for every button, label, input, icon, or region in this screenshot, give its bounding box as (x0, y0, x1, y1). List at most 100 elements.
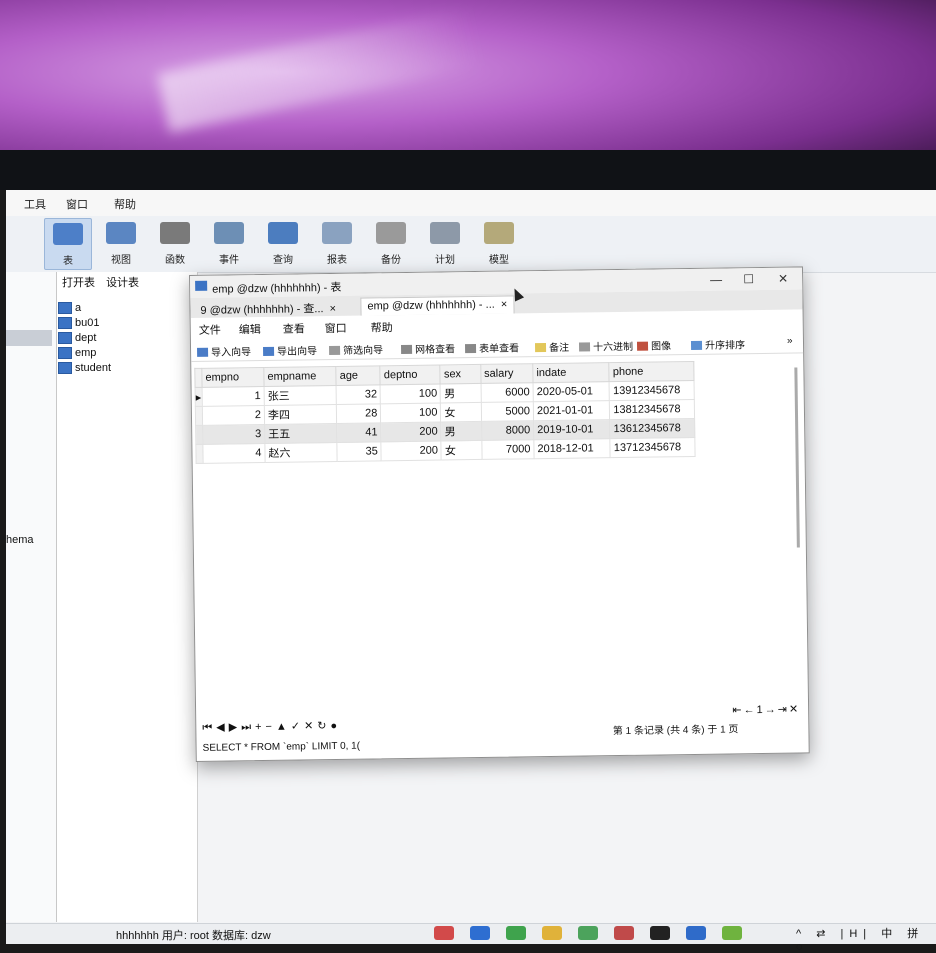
ribbon-view-button[interactable]: 视图 (98, 218, 144, 268)
image-icon (636, 341, 649, 351)
refresh-icon[interactable]: ↻ (317, 720, 330, 732)
backup-icon (376, 222, 406, 244)
model-icon (484, 222, 514, 244)
tab-query[interactable]: 9 @dzw (hhhhhhh) - 查... × (194, 298, 342, 318)
window-title: emp @dzw (hhhhhhh) - 表 (212, 281, 342, 296)
monitor-bezel (0, 150, 936, 190)
memo-icon (534, 343, 547, 353)
folder-icon[interactable] (542, 926, 562, 940)
menu-tools[interactable]: 工具 (24, 196, 46, 212)
ribbon-schedule-button[interactable]: 计划 (422, 218, 468, 268)
menu-window[interactable]: 窗口 (66, 196, 88, 212)
menu-help[interactable]: 帮助 (371, 319, 393, 335)
record-info: 第 1 条记录 (共 4 条) 于 1 页 (612, 724, 739, 738)
minimize-button[interactable]: — (710, 273, 722, 287)
first-record-icon[interactable]: ⏮ (202, 722, 216, 734)
app-icon[interactable] (650, 926, 670, 940)
table-item[interactable]: dept (58, 330, 111, 345)
table-icon (58, 331, 72, 344)
grid-view-button[interactable]: 网格查看 (400, 340, 455, 356)
app-icon[interactable] (722, 926, 742, 940)
first-page-icon[interactable]: ⇤ (732, 704, 743, 716)
delete-record-icon[interactable]: − (265, 721, 276, 733)
ribbon-model-button[interactable]: 模型 (476, 218, 522, 268)
last-record-icon[interactable]: ⏭ (241, 721, 255, 733)
stop-icon[interactable]: ● (330, 720, 341, 732)
column-header[interactable]: phone (609, 361, 695, 382)
import-wizard-button[interactable]: 导入向导 (197, 343, 251, 359)
menu-edit[interactable]: 编辑 (239, 321, 261, 337)
hex-button[interactable]: 十六进制 (578, 338, 633, 354)
more-toolbar-icon[interactable]: » (787, 336, 793, 347)
menu-window[interactable]: 窗口 (325, 320, 347, 336)
filter-wizard-button[interactable]: 筛选向导 (329, 341, 383, 357)
settings-icon[interactable]: ✕ (789, 704, 800, 716)
table-icon (58, 361, 72, 374)
add-record-icon[interactable]: + (255, 721, 266, 733)
selected-connection-row[interactable] (6, 330, 52, 346)
export-wizard-button[interactable]: 导出向导 (263, 342, 317, 358)
app-icon[interactable] (578, 926, 598, 940)
schedule-icon (430, 222, 460, 244)
vertical-scrollbar[interactable] (794, 367, 800, 548)
close-tab-icon[interactable]: × (501, 299, 508, 311)
taskbar (426, 923, 750, 943)
confirm-icon[interactable]: ✓ (291, 720, 304, 732)
next-page-icon[interactable]: → (765, 704, 778, 716)
menu-file[interactable]: 文件 (199, 322, 221, 338)
ribbon-backup-button[interactable]: 备份 (368, 218, 414, 268)
ribbon-table-button[interactable]: 表 (44, 218, 92, 270)
page-control: ⇤←1→⇥✕ (732, 703, 800, 717)
export-icon (263, 346, 275, 356)
table-item[interactable]: student (58, 360, 111, 375)
sql-statement: SELECT * FROM `emp` LIMIT 0, 1( (202, 740, 361, 754)
prev-record-icon[interactable]: ◀ (216, 721, 229, 733)
form-view-button[interactable]: 表单查看 (464, 339, 519, 355)
hex-icon (578, 342, 591, 352)
table-item[interactable]: a (58, 300, 111, 315)
ribbon-report-button[interactable]: 报表 (314, 218, 360, 268)
prev-page-icon[interactable]: ← (743, 704, 756, 716)
ribbon-event-button[interactable]: 事件 (206, 218, 252, 268)
column-header[interactable]: empname (263, 366, 337, 387)
table-item[interactable]: bu01 (58, 315, 111, 330)
table-icon (58, 346, 72, 359)
sort-icon (690, 340, 703, 350)
app-icon[interactable] (434, 926, 454, 940)
column-header[interactable]: sex (440, 364, 481, 384)
design-table-button[interactable]: 设计表 (106, 277, 139, 289)
maximize-button[interactable]: ☐ (743, 272, 754, 286)
system-tray[interactable]: ^ ⇄ |H| 中 拼 ◌ (796, 925, 936, 953)
column-header[interactable]: deptno (380, 365, 441, 385)
app-icon[interactable] (614, 926, 634, 940)
last-page-icon[interactable]: ⇥ (778, 704, 789, 716)
close-button[interactable]: ✕ (778, 272, 788, 286)
ribbon-query-button[interactable]: 查询 (260, 218, 306, 268)
column-header[interactable]: indate (532, 362, 610, 383)
menu-help[interactable]: 帮助 (114, 196, 136, 212)
open-table-button[interactable]: 打开表 (62, 277, 95, 289)
page-number[interactable]: 1 (756, 704, 764, 716)
ribbon-toolbar: 表 视图 函数 事件 查询 报表 备份 计划 模型 (6, 216, 936, 273)
table-icon (195, 280, 208, 291)
ribbon-function-button[interactable]: 函数 (152, 218, 198, 268)
image-button[interactable]: 图像 (636, 337, 671, 353)
sort-asc-button[interactable]: 升序排序 (690, 336, 745, 352)
app-icon[interactable] (686, 926, 706, 940)
memo-button[interactable]: 备注 (534, 339, 569, 354)
close-tab-icon[interactable]: × (329, 303, 336, 315)
column-header[interactable]: age (336, 365, 381, 386)
column-header[interactable]: empno (201, 367, 265, 388)
tab-emp[interactable]: emp @dzw (hhhhhhh) - ... × (360, 295, 515, 316)
menu-view[interactable]: 查看 (283, 320, 305, 336)
column-header[interactable]: salary (480, 363, 534, 384)
app-icon[interactable] (506, 926, 526, 940)
table-item[interactable]: emp (58, 345, 111, 360)
main-menubar: 工具 窗口 帮助 (6, 190, 936, 217)
app-icon[interactable] (470, 926, 490, 940)
next-record-icon[interactable]: ▶ (229, 721, 242, 733)
view-icon (106, 222, 136, 244)
move-up-icon[interactable]: ▲ (276, 721, 291, 733)
cancel-icon[interactable]: ✕ (304, 720, 317, 732)
filter-icon (329, 345, 341, 356)
